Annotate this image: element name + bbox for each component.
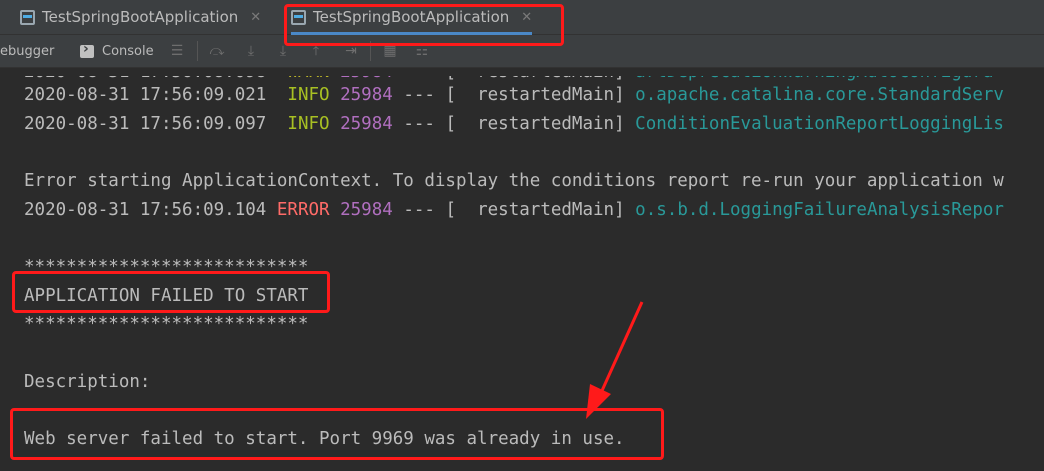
annotation-arrow	[586, 301, 644, 419]
